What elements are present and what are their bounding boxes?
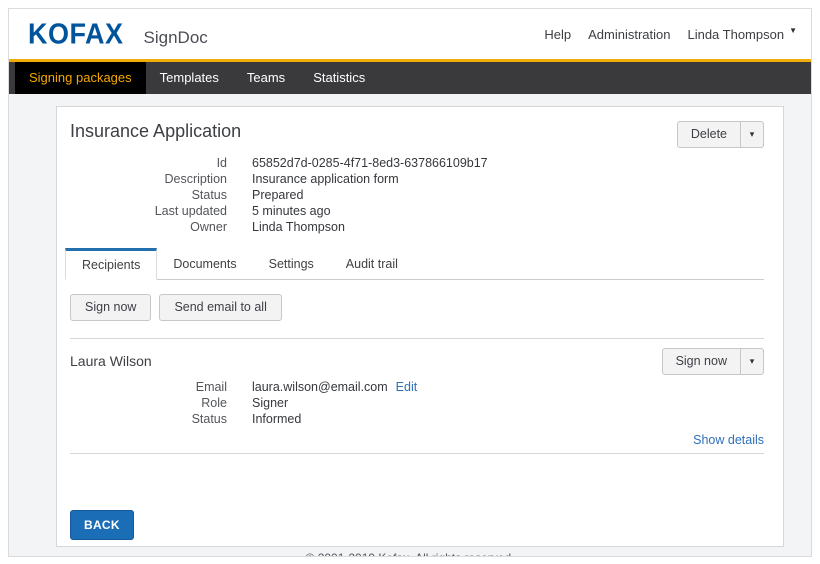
signing-package-card: Insurance Application Delete ▾ Id 65852d… <box>56 106 784 547</box>
footer-copyright: © 2001-2019 Kofax. All rights reserved. <box>9 551 811 557</box>
recipient-sign-now-button[interactable]: Sign now <box>663 349 740 374</box>
detail-row: Status Prepared <box>70 187 764 203</box>
divider <box>70 453 764 454</box>
edit-email-link[interactable]: Edit <box>396 379 418 395</box>
card-header: Insurance Application Delete ▾ <box>70 121 764 149</box>
show-details-row: Show details <box>70 433 764 447</box>
tab-documents[interactable]: Documents <box>157 248 252 279</box>
caret-down-icon: ▾ <box>750 130 755 139</box>
nav-item-templates[interactable]: Templates <box>146 62 233 94</box>
kofax-logo: KOFAX <box>28 18 124 51</box>
tab-recipients[interactable]: Recipients <box>65 248 157 280</box>
package-owner-value: Linda Thompson <box>252 219 345 235</box>
delete-button[interactable]: Delete <box>678 122 740 147</box>
recipient-email-value: laura.wilson@email.com <box>252 379 388 395</box>
detail-row: Role Signer <box>70 395 764 411</box>
detail-label: Email <box>70 379 227 395</box>
detail-label: Description <box>70 171 227 187</box>
divider <box>70 338 764 339</box>
show-details-link[interactable]: Show details <box>693 433 764 447</box>
caret-down-icon: ▼ <box>789 27 797 35</box>
package-details: Id 65852d7d-0285-4f71-8ed3-637866109b17 … <box>70 155 764 235</box>
user-name: Linda Thompson <box>687 27 784 42</box>
detail-row: Owner Linda Thompson <box>70 219 764 235</box>
recipient-sign-now-split-button: Sign now ▾ <box>662 348 764 375</box>
delete-split-button: Delete ▾ <box>677 121 764 148</box>
detail-label: Id <box>70 155 227 171</box>
administration-link[interactable]: Administration <box>588 27 670 42</box>
recipient-role-value: Signer <box>252 395 288 411</box>
delete-dropdown-toggle[interactable]: ▾ <box>740 122 763 147</box>
help-link[interactable]: Help <box>544 27 571 42</box>
app-viewport: KOFAX SignDoc Help Administration Linda … <box>8 8 812 557</box>
brand: KOFAX SignDoc <box>28 19 208 50</box>
caret-down-icon: ▾ <box>750 357 755 366</box>
detail-label: Status <box>70 187 227 203</box>
recipient-name: Laura Wilson <box>70 348 152 369</box>
package-id-value: 65852d7d-0285-4f71-8ed3-637866109b17 <box>252 155 488 171</box>
tab-audit-trail[interactable]: Audit trail <box>330 248 414 279</box>
detail-row: Description Insurance application form <box>70 171 764 187</box>
recipient-status-value: Informed <box>252 411 301 427</box>
detail-label: Owner <box>70 219 227 235</box>
package-last-updated-value: 5 minutes ago <box>252 203 331 219</box>
nav-item-statistics[interactable]: Statistics <box>299 62 379 94</box>
detail-row: Email laura.wilson@email.com Edit <box>70 379 764 395</box>
detail-label: Status <box>70 411 227 427</box>
nav-item-teams[interactable]: Teams <box>233 62 299 94</box>
package-tabs: Recipients Documents Settings Audit trai… <box>70 248 764 280</box>
package-status-value: Prepared <box>252 187 303 203</box>
recipient-details: Email laura.wilson@email.com Edit Role S… <box>70 379 764 427</box>
product-name: SignDoc <box>144 28 208 48</box>
package-description-value: Insurance application form <box>252 171 399 187</box>
recipient-actions: Sign now Send email to all <box>70 294 764 321</box>
header-menu: Help Administration Linda Thompson ▼ <box>544 27 797 42</box>
content-area: Insurance Application Delete ▾ Id 65852d… <box>9 106 811 557</box>
sign-now-button[interactable]: Sign now <box>70 294 151 321</box>
back-button[interactable]: BACK <box>70 510 134 540</box>
user-menu[interactable]: Linda Thompson ▼ <box>687 27 797 42</box>
page-title: Insurance Application <box>70 121 241 142</box>
nav-item-signing-packages[interactable]: Signing packages <box>15 62 146 94</box>
recipient-sign-now-dropdown-toggle[interactable]: ▾ <box>740 349 763 374</box>
app-header: KOFAX SignDoc Help Administration Linda … <box>9 9 811 59</box>
detail-label: Role <box>70 395 227 411</box>
tab-settings[interactable]: Settings <box>253 248 330 279</box>
detail-row: Last updated 5 minutes ago <box>70 203 764 219</box>
send-email-to-all-button[interactable]: Send email to all <box>159 294 281 321</box>
recipient-header: Laura Wilson Sign now ▾ <box>70 348 764 375</box>
detail-label: Last updated <box>70 203 227 219</box>
detail-row: Id 65852d7d-0285-4f71-8ed3-637866109b17 <box>70 155 764 171</box>
detail-row: Status Informed <box>70 411 764 427</box>
main-nav: Signing packages Templates Teams Statist… <box>9 62 811 94</box>
